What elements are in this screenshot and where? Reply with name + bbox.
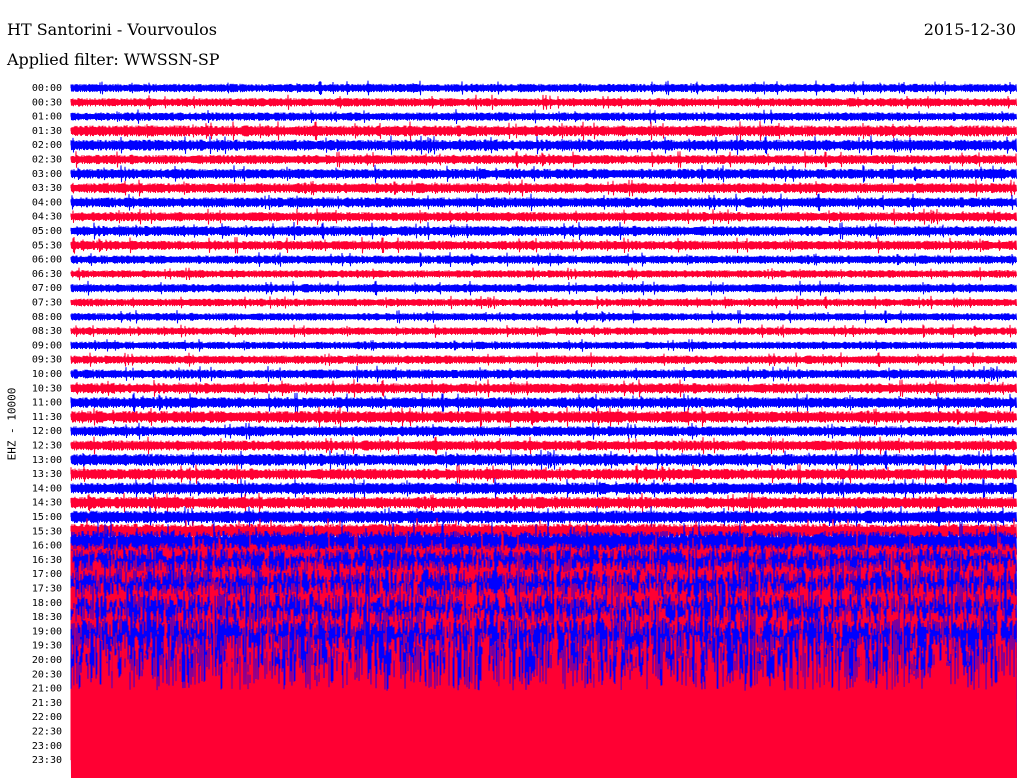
row-time-label: 12:00 <box>32 426 62 437</box>
trace-07:00 <box>70 280 1017 296</box>
row-time-label: 17:30 <box>32 584 62 595</box>
trace-11:30 <box>70 406 1017 428</box>
row-time-label: 23:00 <box>32 741 62 752</box>
row-time-label: 10:30 <box>32 383 62 394</box>
trace-01:00 <box>70 109 1017 125</box>
row-time-label: 00:00 <box>32 83 62 94</box>
trace-12:30 <box>70 436 1017 455</box>
trace-10:30 <box>70 379 1017 398</box>
row-time-label: 13:30 <box>32 469 62 480</box>
trace-09:30 <box>70 352 1017 368</box>
row-time-label: 21:30 <box>32 698 62 709</box>
trace-00:00 <box>70 80 1017 96</box>
row-time-label: 04:00 <box>32 197 62 208</box>
row-time-label: 09:00 <box>32 340 62 351</box>
row-time-label: 14:30 <box>32 498 62 509</box>
trace-13:00 <box>70 449 1017 471</box>
row-time-label: 23:30 <box>32 755 62 766</box>
row-time-label: 15:30 <box>32 526 62 537</box>
row-time-label: 15:00 <box>32 512 62 523</box>
trace-02:00 <box>70 135 1017 155</box>
row-time-label: 04:30 <box>32 212 62 223</box>
row-time-label: 16:30 <box>32 555 62 566</box>
trace-02:30 <box>70 151 1017 168</box>
row-time-label: 20:00 <box>32 655 62 666</box>
row-time-label: 00:30 <box>32 97 62 108</box>
row-time-label: 21:00 <box>32 684 62 695</box>
row-time-label: 07:30 <box>32 298 62 309</box>
trace-08:00 <box>70 309 1017 324</box>
row-time-label: 18:30 <box>32 612 62 623</box>
trace-07:30 <box>70 295 1017 310</box>
row-time-label: 05:00 <box>32 226 62 237</box>
row-time-label: 19:30 <box>32 641 62 652</box>
row-time-label: 03:00 <box>32 169 62 180</box>
trace-05:00 <box>70 221 1017 241</box>
trace-14:00 <box>70 477 1017 499</box>
trace-14:30 <box>70 492 1017 513</box>
row-time-label: 08:30 <box>32 326 62 337</box>
trace-06:00 <box>70 252 1017 268</box>
row-time-label: 02:00 <box>32 140 62 151</box>
row-time-label: 17:00 <box>32 569 62 580</box>
trace-03:30 <box>70 179 1017 197</box>
trace-13:30 <box>70 464 1017 484</box>
row-time-label: 11:00 <box>32 398 62 409</box>
row-time-label: 02:30 <box>32 155 62 166</box>
row-time-label: 07:00 <box>32 283 62 294</box>
row-time-label: 11:30 <box>32 412 62 423</box>
trace-01:30 <box>70 121 1017 141</box>
row-time-label: 06:30 <box>32 269 62 280</box>
row-time-label: 08:00 <box>32 312 62 323</box>
row-time-label: 16:00 <box>32 541 62 552</box>
row-time-label: 19:00 <box>32 626 62 637</box>
row-time-label: 03:30 <box>32 183 62 194</box>
row-time-label: 22:30 <box>32 727 62 738</box>
trace-03:00 <box>70 164 1017 183</box>
row-time-label: 01:30 <box>32 126 62 137</box>
trace-00:30 <box>70 94 1017 110</box>
row-time-label: 06:00 <box>32 255 62 266</box>
row-time-label: 13:00 <box>32 455 62 466</box>
trace-04:30 <box>70 208 1017 225</box>
trace-11:00 <box>70 392 1017 413</box>
row-time-label: 10:00 <box>32 369 62 380</box>
row-time-label: 01:00 <box>32 112 62 123</box>
trace-04:00 <box>70 193 1017 212</box>
trace-08:30 <box>70 324 1017 338</box>
trace-06:30 <box>70 267 1017 281</box>
trace-09:00 <box>70 339 1017 352</box>
row-time-label: 18:00 <box>32 598 62 609</box>
row-time-label: 12:30 <box>32 441 62 452</box>
trace-05:30 <box>70 236 1017 254</box>
row-time-label: 20:30 <box>32 669 62 680</box>
row-time-label: 22:00 <box>32 712 62 723</box>
row-time-label: 05:30 <box>32 240 62 251</box>
seismogram-plot: 00:00 00:30 01:00 01:30 02:00 02:30 03:00 03:30… <box>32 80 1017 779</box>
row-time-label: 14:00 <box>32 483 62 494</box>
trace-12:00 <box>70 422 1017 440</box>
row-time-label: 09:30 <box>32 355 62 366</box>
trace-10:00 <box>70 365 1017 383</box>
